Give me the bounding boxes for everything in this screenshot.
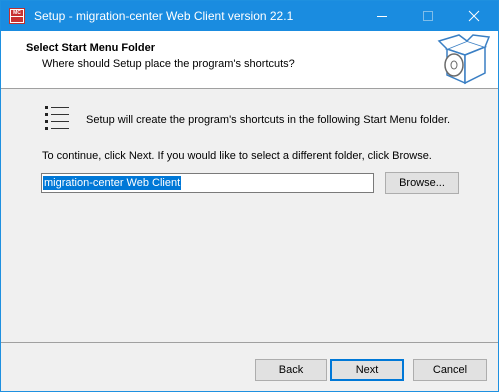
app-icon-text: MC: [11, 10, 23, 16]
close-icon: [468, 10, 480, 22]
instruction-text: To continue, click Next. If you would li…: [42, 150, 432, 162]
back-button[interactable]: Back: [255, 359, 327, 381]
minimize-button[interactable]: [359, 1, 405, 31]
setup-box-icon: [437, 34, 491, 85]
start-menu-list-icon: [45, 106, 69, 130]
footer-divider: [1, 342, 498, 343]
maximize-icon: [423, 11, 433, 21]
window-title: Setup - migration-center Web Client vers…: [34, 9, 294, 23]
back-label: Back: [278, 364, 304, 376]
app-icon: MC: [9, 8, 25, 24]
maximize-button[interactable]: [405, 1, 451, 31]
intro-text: Setup will create the program's shortcut…: [86, 114, 451, 126]
next-button[interactable]: Next: [330, 359, 404, 381]
wizard-header: Select Start Menu Folder Where should Se…: [1, 31, 498, 89]
setup-window: MC Setup - migration-center Web Client v…: [0, 0, 499, 392]
start-menu-folder-value[interactable]: migration-center Web Client: [43, 176, 182, 190]
cancel-button[interactable]: Cancel: [413, 359, 487, 381]
close-button[interactable]: [451, 1, 497, 31]
page-subtitle: Where should Setup place the program's s…: [42, 58, 295, 70]
minimize-icon: [377, 16, 387, 17]
cancel-label: Cancel: [432, 364, 468, 376]
next-label: Next: [355, 364, 379, 376]
title-bar[interactable]: MC Setup - migration-center Web Client v…: [1, 1, 498, 31]
browse-button[interactable]: Browse...: [385, 172, 459, 194]
page-title: Select Start Menu Folder: [26, 42, 155, 54]
browse-label: Browse...: [399, 177, 445, 189]
